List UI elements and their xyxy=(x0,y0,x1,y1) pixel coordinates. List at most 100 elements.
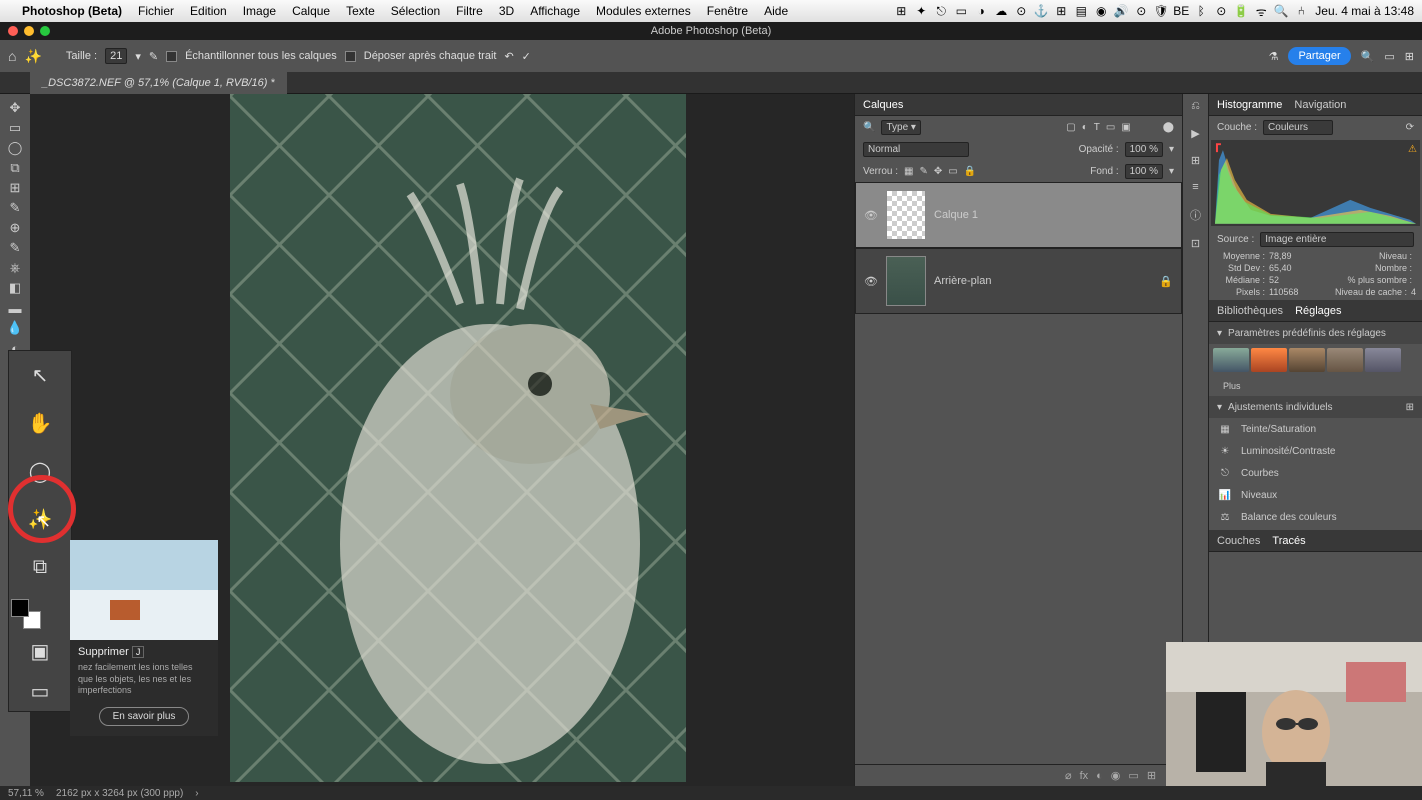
histogram-tab[interactable]: Histogramme xyxy=(1217,99,1282,111)
search-icon[interactable]: 🔍 xyxy=(863,122,875,133)
close-window-button[interactable] xyxy=(8,26,18,36)
layer-thumbnail[interactable] xyxy=(886,190,926,240)
link-icon[interactable]: ⌀ xyxy=(1065,769,1072,782)
adj-hue-saturation[interactable]: ▦Teinte/Saturation xyxy=(1209,418,1422,440)
status-icon[interactable]: ⊙ xyxy=(1011,4,1031,18)
new-layer-icon[interactable]: ⊞ xyxy=(1147,769,1156,782)
status-icon[interactable]: ▭ xyxy=(951,4,971,18)
layer-name[interactable]: Arrière-plan xyxy=(934,275,991,287)
menu-filtre[interactable]: Filtre xyxy=(448,4,491,18)
opacity-field[interactable]: 100 % xyxy=(1125,142,1163,157)
arrow-tool-icon[interactable]: ↖ xyxy=(9,351,71,399)
status-icon[interactable]: ⊙ xyxy=(1131,4,1151,18)
fill-field[interactable]: 100 % xyxy=(1125,164,1163,179)
dropdown-icon[interactable]: ▾ xyxy=(1169,144,1174,155)
search-icon[interactable]: 🔍 xyxy=(1271,4,1291,18)
adj-curves[interactable]: ⎋Courbes xyxy=(1209,462,1422,484)
share-button[interactable]: Partager xyxy=(1288,47,1350,65)
bluetooth-icon[interactable]: ᛒ xyxy=(1191,4,1211,18)
eyedropper-tool[interactable]: ✎ xyxy=(1,198,29,218)
status-icon[interactable]: ◑ xyxy=(971,4,991,18)
crop-tool[interactable]: ⧉ xyxy=(1,158,29,178)
status-icon[interactable]: 🛡 xyxy=(1151,4,1171,18)
panel-icon[interactable]: ⊡ xyxy=(1191,237,1200,250)
remove-tool-icon[interactable]: ✨ xyxy=(9,495,71,543)
layer-row[interactable]: 👁 Arrière-plan 🔒 xyxy=(855,248,1182,314)
size-field[interactable]: 21 xyxy=(105,48,127,64)
brush-tool[interactable]: ✎ xyxy=(1,238,29,258)
hand-tool-icon[interactable]: ✋ xyxy=(9,399,71,447)
layer-name[interactable]: Calque 1 xyxy=(934,209,978,221)
layer-thumbnail[interactable] xyxy=(886,256,926,306)
preset-thumb[interactable] xyxy=(1251,348,1287,372)
menu-aide[interactable]: Aide xyxy=(756,4,796,18)
lock-nest-icon[interactable]: ▭ xyxy=(948,166,957,177)
app-menu[interactable]: Photoshop (Beta) xyxy=(14,4,130,18)
search-icon[interactable]: 🔍 xyxy=(1361,50,1375,63)
lock-pos-icon[interactable]: ✥ xyxy=(934,166,942,177)
document-canvas[interactable] xyxy=(230,94,686,782)
filter-type-select[interactable]: Type ▾ xyxy=(881,120,921,135)
adjustment-icon[interactable]: ◉ xyxy=(1111,769,1121,782)
filter-adjust-icon[interactable]: ◐ xyxy=(1082,122,1088,133)
folder-icon[interactable]: ▭ xyxy=(1128,769,1138,782)
preset-thumb[interactable] xyxy=(1365,348,1401,372)
lock-trans-icon[interactable]: ▦ xyxy=(904,166,913,177)
visibility-icon[interactable]: 👁 xyxy=(864,275,878,288)
filter-smart-icon[interactable]: ▣ xyxy=(1121,122,1130,133)
status-icon[interactable]: ⚓ xyxy=(1031,4,1051,18)
zoom-level[interactable]: 57,11 % xyxy=(8,788,44,799)
ellipse-tool-icon[interactable]: ◯ xyxy=(9,447,71,495)
status-icon[interactable]: ⊞ xyxy=(891,4,911,18)
gradient-tool[interactable]: ▬ xyxy=(1,298,29,318)
status-icon[interactable]: ⊙ xyxy=(1211,4,1231,18)
preset-thumb[interactable] xyxy=(1289,348,1325,372)
wifi-icon[interactable]: ᯤ xyxy=(1251,3,1271,20)
chevron-down-icon[interactable]: ▾ xyxy=(1217,402,1222,413)
marquee-tool[interactable]: ▭ xyxy=(1,118,29,138)
adj-color-balance[interactable]: ⚖Balance des couleurs xyxy=(1209,506,1422,528)
filter-text-icon[interactable]: T xyxy=(1094,122,1100,133)
menu-calque[interactable]: Calque xyxy=(284,4,338,18)
current-tool-icon[interactable]: ✨ xyxy=(24,48,41,65)
lock-all-icon[interactable]: 🔒 xyxy=(964,166,976,177)
menu-image[interactable]: Image xyxy=(235,4,284,18)
commit-icon[interactable]: ✓ xyxy=(522,50,531,63)
battery-icon[interactable]: 🔋 xyxy=(1231,4,1251,18)
move-tool[interactable]: ✥ xyxy=(1,98,29,118)
mask-icon[interactable]: ◐ xyxy=(1096,770,1103,782)
menu-modules[interactable]: Modules externes xyxy=(588,4,699,18)
crop-tool-icon[interactable]: ⧉ xyxy=(9,543,71,591)
learn-more-button[interactable]: En savoir plus xyxy=(99,707,189,726)
panel-icon[interactable]: ▶ xyxy=(1191,127,1199,140)
healing-tool[interactable]: ⊕ xyxy=(1,218,29,238)
status-icon[interactable]: ☁ xyxy=(991,4,1011,18)
status-icon[interactable]: ▤ xyxy=(1071,4,1091,18)
fx-icon[interactable]: fx xyxy=(1080,770,1089,782)
more-presets-button[interactable]: Plus xyxy=(1217,379,1247,393)
maximize-window-button[interactable] xyxy=(40,26,50,36)
workspace-icon[interactable]: ▭ xyxy=(1384,50,1394,63)
minimize-window-button[interactable] xyxy=(24,26,34,36)
chevron-down-icon[interactable]: ▾ xyxy=(1217,328,1222,339)
menu-affichage[interactable]: Affichage xyxy=(522,4,588,18)
panel-icon[interactable]: ⓘ xyxy=(1190,207,1201,223)
menu-selection[interactable]: Sélection xyxy=(383,4,448,18)
dropdown-icon[interactable]: ▾ xyxy=(1169,166,1174,177)
color-swatches[interactable] xyxy=(11,599,41,629)
libraries-tab[interactable]: Bibliothèques xyxy=(1217,305,1283,317)
status-icon[interactable]: ⎋ xyxy=(931,4,951,19)
clock[interactable]: Jeu. 4 mai à 13:48 xyxy=(1315,4,1414,18)
document-tab[interactable]: _DSC3872.NEF @ 57,1% (Calque 1, RVB/16) … xyxy=(30,72,287,94)
adjustments-tab[interactable]: Réglages xyxy=(1295,305,1341,317)
panel-icon[interactable]: ⊞ xyxy=(1191,154,1200,167)
filter-toggle[interactable]: ⬤ xyxy=(1163,122,1174,133)
screenmode-icon[interactable]: ▭ xyxy=(9,671,71,711)
visibility-icon[interactable]: 👁 xyxy=(864,209,878,222)
status-icon[interactable]: 🔊 xyxy=(1111,4,1131,18)
adj-levels[interactable]: 📊Niveaux xyxy=(1209,484,1422,506)
status-icon[interactable]: ⊞ xyxy=(1051,4,1071,18)
frame-tool[interactable]: ⊞ xyxy=(1,178,29,198)
layers-tab[interactable]: Calques xyxy=(863,99,903,111)
arrange-icon[interactable]: ⊞ xyxy=(1405,50,1414,63)
